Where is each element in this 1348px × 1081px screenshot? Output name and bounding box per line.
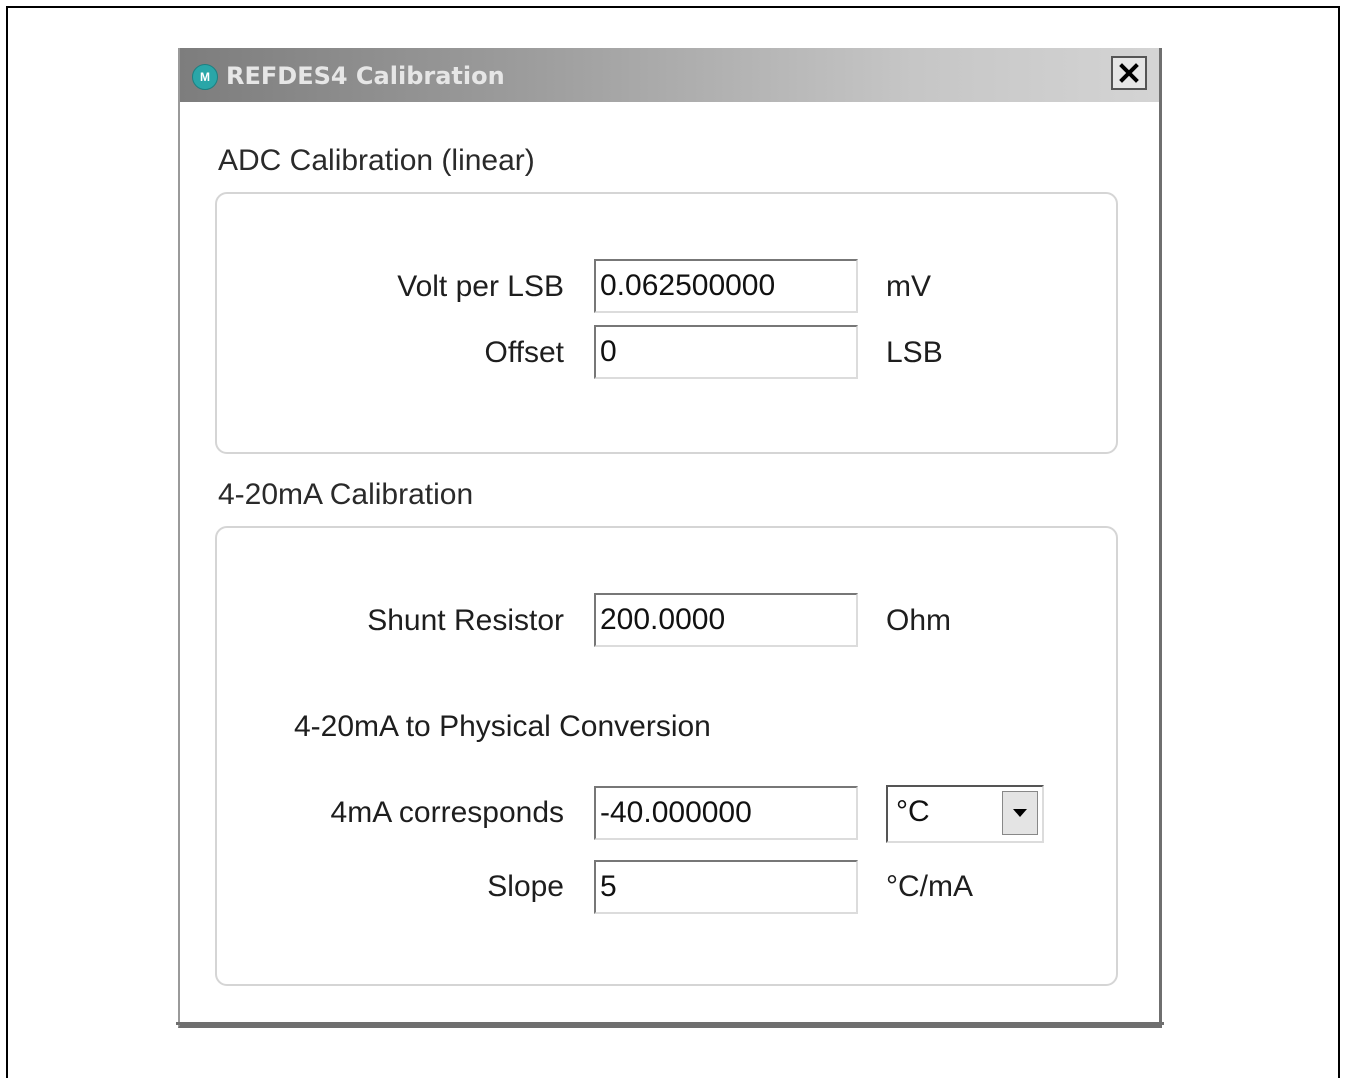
volt-per-lsb-unit: mV <box>886 270 931 303</box>
adc-group-label: ADC Calibration (linear) <box>218 144 535 177</box>
offset-input[interactable] <box>594 325 858 379</box>
close-button[interactable] <box>1111 56 1147 90</box>
volt-per-lsb-label: Volt per LSB <box>397 270 564 303</box>
adc-group-box <box>215 192 1118 454</box>
shunt-resistor-unit: Ohm <box>886 604 952 637</box>
conversion-label: 4-20mA to Physical Conversion <box>294 710 711 743</box>
shunt-resistor-input[interactable] <box>594 593 858 647</box>
window-bottom-edge <box>176 1022 1164 1025</box>
close-icon <box>1119 63 1139 83</box>
maxim-logo-icon: M <box>192 64 218 90</box>
title-bar[interactable]: M REFDES4 Calibration <box>180 48 1159 102</box>
offset-unit: LSB <box>886 336 943 369</box>
shunt-resistor-label: Shunt Resistor <box>367 604 564 637</box>
unit-select-value: °C <box>896 795 930 828</box>
calibration-dialog: M REFDES4 Calibration ADC Calibration (l… <box>178 48 1162 1028</box>
slope-unit: °C/mA <box>886 870 973 903</box>
four-ma-input[interactable] <box>594 786 858 840</box>
chevron-down-icon[interactable] <box>1002 791 1038 835</box>
volt-per-lsb-input[interactable] <box>594 259 858 313</box>
window-title: REFDES4 Calibration <box>226 62 505 90</box>
offset-label: Offset <box>484 336 564 369</box>
slope-input[interactable] <box>594 860 858 914</box>
ma-group-label: 4-20mA Calibration <box>218 478 474 511</box>
four-ma-label: 4mA corresponds <box>330 796 564 829</box>
unit-select[interactable]: °C <box>886 785 1044 843</box>
slope-label: Slope <box>487 870 564 903</box>
